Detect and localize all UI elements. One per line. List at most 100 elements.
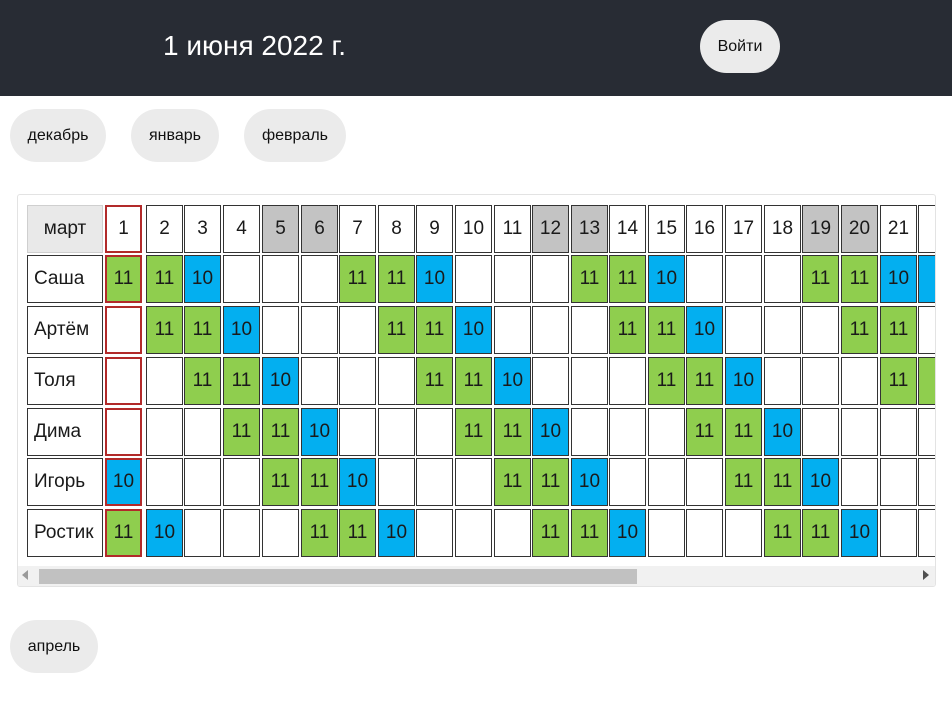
shift-cell[interactable] xyxy=(184,458,221,506)
shift-cell[interactable] xyxy=(841,408,878,456)
shift-cell[interactable] xyxy=(764,357,801,405)
shift-cell[interactable] xyxy=(301,255,338,303)
shift-cell[interactable]: 10 xyxy=(841,509,878,557)
shift-cell[interactable]: 10 xyxy=(301,408,338,456)
shift-cell[interactable] xyxy=(184,509,221,557)
shift-cell[interactable]: 11 xyxy=(802,509,839,557)
shift-cell[interactable] xyxy=(571,306,608,354)
shift-cell[interactable]: 11 xyxy=(764,509,801,557)
shift-cell[interactable]: 10 xyxy=(378,509,415,557)
shift-cell[interactable] xyxy=(455,509,492,557)
shift-cell[interactable] xyxy=(764,255,801,303)
shift-cell[interactable]: 10 xyxy=(802,458,839,506)
shift-cell[interactable]: 11 xyxy=(494,408,531,456)
shift-cell[interactable] xyxy=(146,408,183,456)
shift-cell[interactable] xyxy=(686,255,723,303)
shift-cell[interactable]: 11 xyxy=(609,306,646,354)
shift-cell[interactable]: 11 xyxy=(880,357,917,405)
shift-cell[interactable]: 10 xyxy=(339,458,376,506)
shift-cell[interactable]: 11 xyxy=(262,458,299,506)
shift-cell[interactable] xyxy=(841,458,878,506)
shift-cell[interactable]: 10 xyxy=(880,255,917,303)
shift-cell[interactable]: 10 xyxy=(532,408,569,456)
shift-cell[interactable]: 11 xyxy=(764,458,801,506)
shift-cell-partial[interactable] xyxy=(918,255,935,303)
shift-cell[interactable]: 11 xyxy=(686,357,723,405)
shift-cell[interactable] xyxy=(455,458,492,506)
shift-cell[interactable]: 10 xyxy=(648,255,685,303)
shift-cell-partial[interactable] xyxy=(918,509,935,557)
shift-cell[interactable] xyxy=(455,255,492,303)
shift-cell[interactable] xyxy=(609,357,646,405)
shift-cell[interactable]: 11 xyxy=(571,255,608,303)
shift-cell[interactable]: 11 xyxy=(648,306,685,354)
scrollbar-thumb[interactable] xyxy=(39,569,637,584)
shift-cell[interactable] xyxy=(262,255,299,303)
shift-cell[interactable]: 11 xyxy=(532,458,569,506)
shift-cell[interactable] xyxy=(146,458,183,506)
shift-cell[interactable]: 10 xyxy=(146,509,183,557)
month-button-april[interactable]: апрель xyxy=(10,620,98,673)
shift-cell[interactable] xyxy=(223,509,260,557)
shift-cell[interactable]: 11 xyxy=(455,408,492,456)
shift-cell[interactable] xyxy=(802,408,839,456)
shift-cell[interactable]: 10 xyxy=(105,458,142,506)
shift-cell[interactable] xyxy=(648,458,685,506)
shift-cell[interactable]: 11 xyxy=(880,306,917,354)
shift-cell[interactable]: 11 xyxy=(416,306,453,354)
shift-cell[interactable] xyxy=(184,408,221,456)
shift-cell[interactable]: 11 xyxy=(301,458,338,506)
shift-cell-partial[interactable] xyxy=(918,458,935,506)
shift-cell[interactable]: 11 xyxy=(609,255,646,303)
shift-cell[interactable] xyxy=(105,357,142,405)
shift-cell[interactable]: 11 xyxy=(378,255,415,303)
shift-cell[interactable] xyxy=(648,509,685,557)
shift-cell[interactable]: 10 xyxy=(223,306,260,354)
shift-cell-partial[interactable] xyxy=(918,357,935,405)
shift-cell[interactable]: 11 xyxy=(184,306,221,354)
shift-cell[interactable]: 11 xyxy=(571,509,608,557)
shift-cell[interactable]: 10 xyxy=(494,357,531,405)
shift-cell[interactable] xyxy=(571,357,608,405)
shift-cell[interactable]: 11 xyxy=(494,458,531,506)
shift-cell[interactable] xyxy=(571,408,608,456)
shift-cell[interactable] xyxy=(378,357,415,405)
shift-cell[interactable] xyxy=(532,255,569,303)
month-button-january[interactable]: январь xyxy=(131,109,219,162)
shift-cell[interactable] xyxy=(609,458,646,506)
shift-cell[interactable] xyxy=(764,306,801,354)
shift-cell[interactable]: 10 xyxy=(262,357,299,405)
shift-cell[interactable] xyxy=(301,357,338,405)
shift-cell[interactable]: 10 xyxy=(184,255,221,303)
shift-cell[interactable]: 11 xyxy=(339,255,376,303)
shift-cell[interactable] xyxy=(301,306,338,354)
shift-cell[interactable] xyxy=(223,458,260,506)
shift-cell[interactable]: 10 xyxy=(416,255,453,303)
shift-cell[interactable] xyxy=(802,306,839,354)
shift-cell[interactable]: 11 xyxy=(686,408,723,456)
shift-cell[interactable] xyxy=(339,306,376,354)
shift-cell[interactable] xyxy=(802,357,839,405)
shift-cell[interactable] xyxy=(648,408,685,456)
shift-cell-partial[interactable] xyxy=(918,408,935,456)
shift-cell[interactable] xyxy=(725,509,762,557)
shift-cell[interactable] xyxy=(686,509,723,557)
shift-cell[interactable] xyxy=(532,306,569,354)
shift-cell[interactable] xyxy=(339,408,376,456)
shift-cell[interactable]: 11 xyxy=(223,357,260,405)
shift-cell[interactable] xyxy=(262,306,299,354)
shift-cell[interactable]: 11 xyxy=(841,306,878,354)
horizontal-scrollbar[interactable] xyxy=(18,566,935,586)
shift-cell[interactable] xyxy=(880,408,917,456)
shift-cell[interactable] xyxy=(532,357,569,405)
shift-cell[interactable]: 11 xyxy=(802,255,839,303)
scroll-right-arrow-icon[interactable] xyxy=(923,570,929,580)
shift-cell[interactable] xyxy=(105,306,142,354)
shift-cell[interactable] xyxy=(841,357,878,405)
shift-cell[interactable]: 11 xyxy=(223,408,260,456)
shift-cell[interactable]: 11 xyxy=(339,509,376,557)
month-button-december[interactable]: декабрь xyxy=(10,109,106,162)
shift-cell[interactable] xyxy=(494,509,531,557)
shift-cell[interactable]: 11 xyxy=(455,357,492,405)
shift-cell[interactable] xyxy=(223,255,260,303)
